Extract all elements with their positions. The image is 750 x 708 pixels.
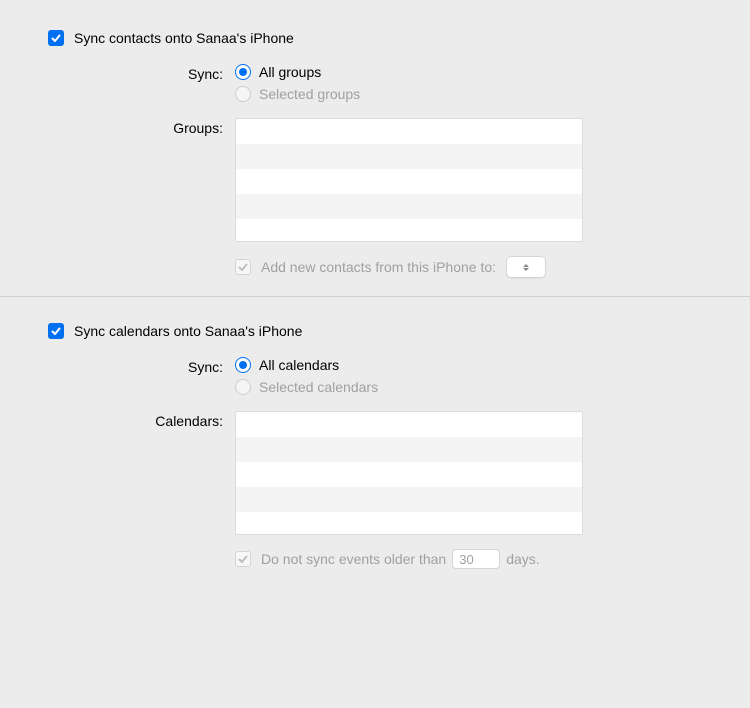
list-row [236, 119, 582, 144]
dont-sync-events-checkbox [235, 551, 251, 567]
dont-sync-days-input [452, 549, 500, 569]
list-row [236, 219, 582, 242]
contacts-section: Sync contacts onto Sanaa's iPhone Sync: … [40, 30, 710, 296]
radio-label-selected-groups: Selected groups [259, 86, 360, 102]
sync-calendars-label: Sync calendars onto Sanaa's iPhone [74, 323, 302, 339]
list-row [236, 144, 582, 169]
calendars-list-content [235, 411, 710, 535]
chevron-up-icon [523, 264, 529, 267]
calendars-listbox[interactable] [235, 411, 583, 535]
checkmark-icon [237, 261, 249, 273]
contacts-add-new-row: Add new contacts from this iPhone to: [235, 256, 710, 278]
sync-contacts-label: Sync contacts onto Sanaa's iPhone [74, 30, 294, 46]
calendars-radio-all[interactable]: All calendars [235, 357, 710, 373]
radio-button-icon [235, 357, 251, 373]
list-row [236, 462, 582, 487]
chevron-down-icon [523, 268, 529, 271]
contacts-radio-all-groups[interactable]: All groups [235, 64, 710, 80]
calendars-field-label: Calendars: [40, 411, 235, 429]
list-row [236, 194, 582, 219]
sync-contacts-checkbox[interactable] [48, 30, 64, 46]
dont-sync-label-post: days. [506, 551, 539, 567]
list-row [236, 412, 582, 437]
add-new-contacts-checkbox [235, 259, 251, 275]
checkmark-icon [50, 325, 62, 337]
add-new-contacts-popup [506, 256, 546, 278]
list-row [236, 437, 582, 462]
sync-contacts-header: Sync contacts onto Sanaa's iPhone [48, 30, 710, 46]
contacts-radio-selected-groups[interactable]: Selected groups [235, 86, 710, 102]
calendars-dont-sync-row: Do not sync events older than days. [235, 549, 710, 569]
radio-button-icon [235, 64, 251, 80]
radio-label-all-groups: All groups [259, 64, 321, 80]
add-new-contacts-label: Add new contacts from this iPhone to: [261, 259, 496, 275]
calendars-list-row: Calendars: [40, 411, 710, 535]
list-row [236, 169, 582, 194]
section-divider [0, 296, 750, 297]
contacts-groups-listbox[interactable] [235, 118, 583, 242]
radio-label-selected-calendars: Selected calendars [259, 379, 378, 395]
calendars-sync-row: Sync: All calendars Selected calendars [40, 357, 710, 401]
list-row [236, 512, 582, 535]
contacts-groups-content [235, 118, 710, 242]
contacts-groups-row: Groups: [40, 118, 710, 242]
sync-calendars-header: Sync calendars onto Sanaa's iPhone [48, 323, 710, 339]
contacts-groups-field-label: Groups: [40, 118, 235, 136]
contacts-sync-field-label: Sync: [40, 64, 235, 82]
calendars-radio-selected[interactable]: Selected calendars [235, 379, 710, 395]
sync-calendars-checkbox[interactable] [48, 323, 64, 339]
radio-button-icon [235, 86, 251, 102]
list-row [236, 487, 582, 512]
checkmark-icon [50, 32, 62, 44]
contacts-sync-options: All groups Selected groups [235, 64, 710, 108]
checkmark-icon [237, 553, 249, 565]
dont-sync-label-pre: Do not sync events older than [261, 551, 446, 567]
calendars-sync-options: All calendars Selected calendars [235, 357, 710, 401]
calendars-section: Sync calendars onto Sanaa's iPhone Sync:… [40, 323, 710, 587]
radio-button-icon [235, 379, 251, 395]
calendars-sync-field-label: Sync: [40, 357, 235, 375]
radio-label-all-calendars: All calendars [259, 357, 339, 373]
contacts-sync-row: Sync: All groups Selected groups [40, 64, 710, 108]
